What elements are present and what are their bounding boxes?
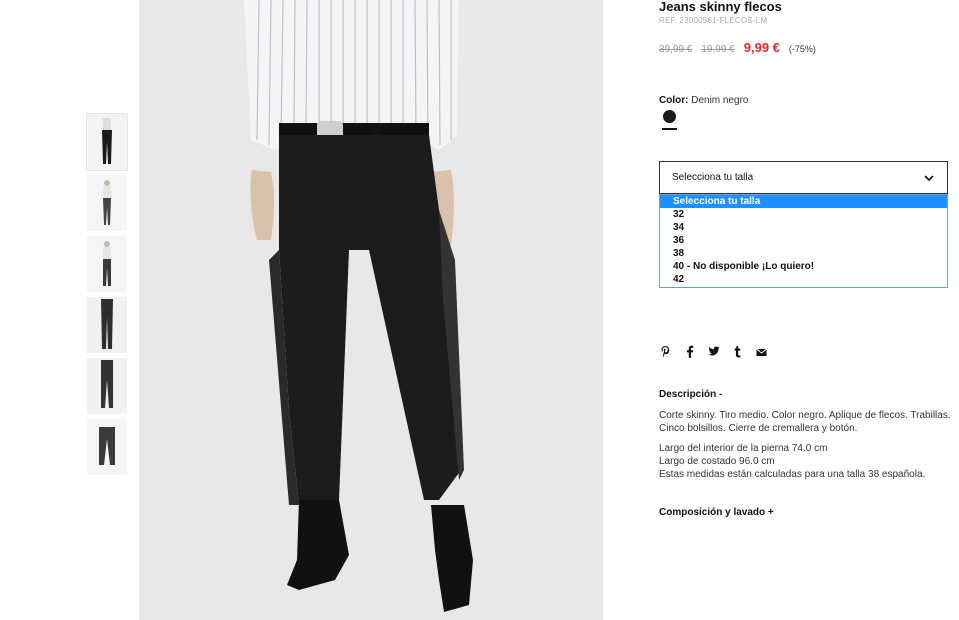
composition-heading[interactable]: Composición y lavado + [659, 507, 774, 518]
current-price: 9,99 € [743, 40, 780, 55]
measure-inseam: Largo del interior de la pierna 74.0 cm [659, 443, 828, 454]
size-option-40-unavailable[interactable]: 40 - No disponible ¡Lo quiero! [660, 260, 947, 273]
thumbnail-5[interactable] [87, 358, 127, 414]
thumbnail-4[interactable] [87, 297, 127, 353]
swatch-selected-indicator [662, 128, 677, 130]
tumblr-icon[interactable] [731, 345, 744, 361]
thumbnail-list [86, 113, 128, 480]
product-main-image[interactable] [139, 0, 603, 620]
thumbnail-3[interactable] [87, 236, 127, 292]
size-select[interactable]: Selecciona tu talla [659, 161, 948, 194]
measure-outseam: Largo de costado 96.0 cm [659, 456, 775, 467]
price-block: 39,99 € 19,99 € 9,99 € (-75%) [659, 40, 816, 55]
social-share-bar [659, 345, 768, 361]
previous-price: 19,99 € [701, 44, 735, 55]
size-option-placeholder[interactable]: Selecciona tu talla [660, 195, 947, 208]
size-option-36[interactable]: 36 [660, 234, 947, 247]
twitter-icon[interactable] [707, 345, 720, 361]
description-body: Corte skinny. Tiro medio. Color negro. A… [659, 409, 959, 481]
thumbnail-1[interactable] [86, 113, 128, 171]
size-option-32[interactable]: 32 [660, 208, 947, 221]
measure-note: Estas medidas están calculadas para una … [659, 469, 926, 480]
description-heading[interactable]: Descripción - [659, 389, 722, 400]
email-icon[interactable] [755, 345, 768, 361]
product-title: Jeans skinny flecos [659, 0, 782, 14]
facebook-icon[interactable] [683, 345, 696, 361]
size-option-38[interactable]: 38 [660, 247, 947, 260]
description-paragraph: Corte skinny. Tiro medio. Color negro. A… [659, 410, 951, 434]
original-price: 39,99 € [659, 44, 693, 55]
color-swatch-denim-negro[interactable] [663, 110, 676, 123]
size-option-42[interactable]: 42 [660, 273, 947, 286]
size-select-value: Selecciona tu talla [672, 172, 754, 183]
color-value: Denim negro [691, 95, 749, 106]
color-label: Color: [659, 95, 689, 106]
chevron-down-icon [924, 174, 934, 181]
pinterest-icon[interactable] [659, 345, 672, 361]
discount-badge: (-75%) [788, 44, 816, 54]
thumbnail-2[interactable] [87, 175, 127, 231]
color-row: Color: Denim negro [659, 95, 749, 106]
size-dropdown-list: Selecciona tu talla 32 34 36 38 40 - No … [659, 194, 948, 288]
size-option-34[interactable]: 34 [660, 221, 947, 234]
product-reference: REF. 23000561-FLECOS-LM [659, 16, 768, 25]
thumbnail-6[interactable] [87, 419, 127, 475]
product-photo-illustration [139, 0, 603, 620]
